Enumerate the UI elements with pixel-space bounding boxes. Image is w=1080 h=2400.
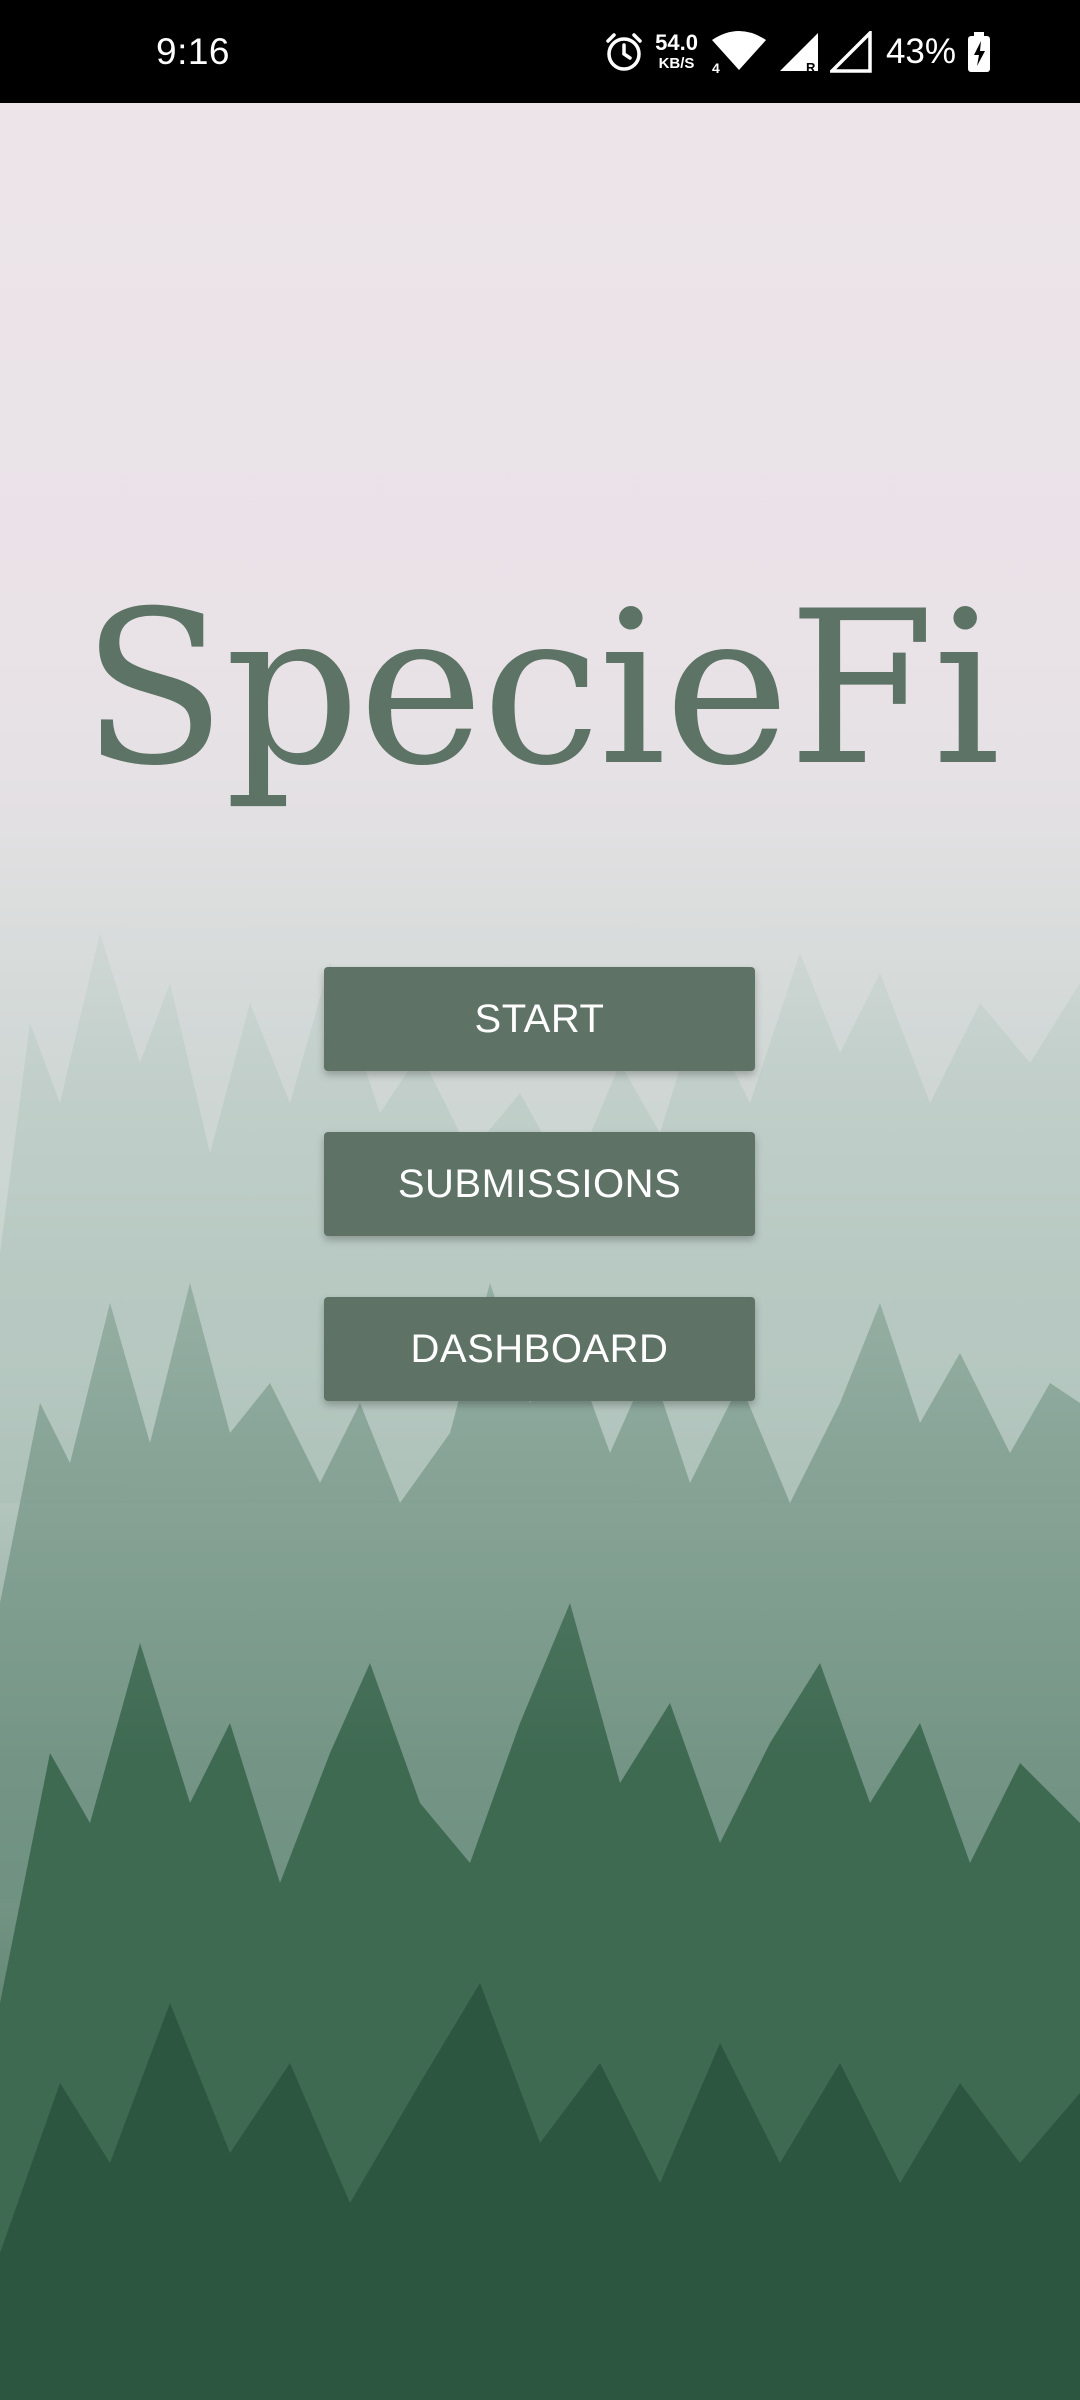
battery-percent: 43% [885, 31, 956, 71]
net-speed: 54.0 KB/S [655, 30, 698, 72]
status-icons: 54.0 KB/S 4 R 43% [603, 0, 992, 103]
svg-text:4: 4 [712, 60, 720, 74]
app-title: SpecieFi [81, 565, 1000, 812]
signal-roaming-icon [829, 30, 872, 73]
status-time: 9:16 [156, 31, 231, 72]
fog-overlay [0, 103, 1080, 2400]
submissions-button[interactable]: SUBMISSIONS [324, 1132, 755, 1236]
wifi-icon: 4 [710, 30, 768, 74]
alarm-icon [603, 31, 645, 73]
home-screen: SpecieFi START SUBMISSIONS DASHBOARD [0, 103, 1080, 2400]
start-button[interactable]: START [324, 967, 755, 1071]
svg-text:R: R [806, 60, 816, 73]
signal-icon: R [778, 31, 820, 73]
battery-charging-icon [966, 31, 992, 73]
net-speed-value: 54.0 [655, 30, 698, 55]
status-bar: 9:16 54.0 KB/S 4 R 43% [0, 0, 1080, 103]
net-speed-unit: KB/S [658, 55, 695, 72]
dashboard-button[interactable]: DASHBOARD [324, 1297, 755, 1401]
